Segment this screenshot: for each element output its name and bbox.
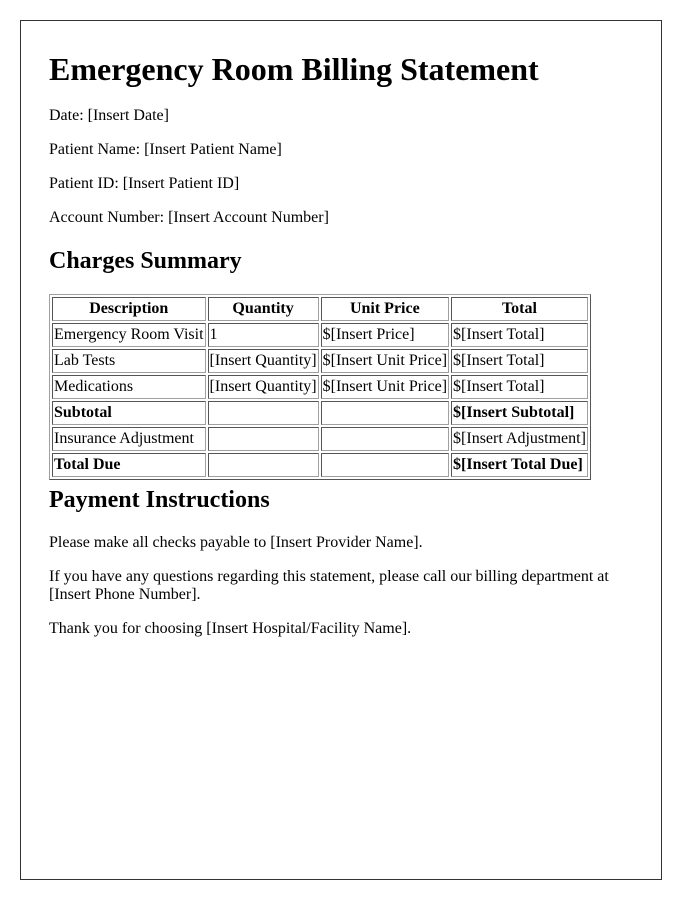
cell-quantity: [Insert Quantity] <box>207 375 319 399</box>
cell-description: Total Due <box>52 453 206 477</box>
cell-unit-price: $[Insert Unit Price] <box>320 375 450 399</box>
column-header-unit-price: Unit Price <box>320 297 450 321</box>
cell-total: $[Insert Adjustment] <box>451 427 588 451</box>
cell-unit-price: $[Insert Price] <box>320 323 450 347</box>
cell-description: Medications <box>52 375 206 399</box>
page-title: Emergency Room Billing Statement <box>49 51 539 87</box>
charges-table: Description Quantity Unit Price Total Em… <box>49 294 591 480</box>
cell-unit-price <box>320 401 450 425</box>
cell-quantity <box>207 427 319 451</box>
charges-summary-heading: Charges Summary <box>49 248 242 274</box>
cell-quantity <box>207 453 319 477</box>
payment-checks-paragraph: Please make all checks payable to [Inser… <box>49 534 423 551</box>
cell-total: $[Insert Total] <box>451 323 588 347</box>
table-row-subtotal: Subtotal $[Insert Subtotal] <box>52 401 588 425</box>
cell-quantity <box>207 401 319 425</box>
table-row-total-due: Total Due $[Insert Total Due] <box>52 453 588 477</box>
cell-quantity: 1 <box>207 323 319 347</box>
cell-unit-price <box>320 453 450 477</box>
cell-total: $[Insert Subtotal] <box>451 401 588 425</box>
table-row-lab-tests: Lab Tests [Insert Quantity] $[Insert Uni… <box>52 349 588 373</box>
payment-instructions-heading: Payment Instructions <box>49 487 270 513</box>
cell-quantity: [Insert Quantity] <box>207 349 319 373</box>
column-header-description: Description <box>52 297 206 321</box>
cell-total: $[Insert Total Due] <box>451 453 588 477</box>
cell-description: Subtotal <box>52 401 206 425</box>
table-row-emergency-room-visit: Emergency Room Visit 1 $[Insert Price] $… <box>52 323 588 347</box>
payment-thank-you-paragraph: Thank you for choosing [Insert Hospital/… <box>49 620 412 637</box>
column-header-quantity: Quantity <box>207 297 319 321</box>
table-row-insurance-adjustment: Insurance Adjustment $[Insert Adjustment… <box>52 427 588 451</box>
cell-total: $[Insert Total] <box>451 375 588 399</box>
cell-total: $[Insert Total] <box>451 349 588 373</box>
table-header-row: Description Quantity Unit Price Total <box>52 297 588 321</box>
patient-id: Patient ID: [Insert Patient ID] <box>49 175 240 192</box>
billing-statement-page: Emergency Room Billing Statement Date: [… <box>20 20 662 880</box>
column-header-total: Total <box>451 297 588 321</box>
cell-unit-price <box>320 427 450 451</box>
cell-description: Insurance Adjustment <box>52 427 206 451</box>
cell-description: Emergency Room Visit <box>52 323 206 347</box>
table-row-medications: Medications [Insert Quantity] $[Insert U… <box>52 375 588 399</box>
account-number: Account Number: [Insert Account Number] <box>49 209 329 226</box>
patient-name: Patient Name: [Insert Patient Name] <box>49 141 282 158</box>
statement-date: Date: [Insert Date] <box>49 107 169 124</box>
payment-questions-paragraph: If you have any questions regarding this… <box>49 568 609 603</box>
cell-unit-price: $[Insert Unit Price] <box>320 349 450 373</box>
cell-description: Lab Tests <box>52 349 206 373</box>
